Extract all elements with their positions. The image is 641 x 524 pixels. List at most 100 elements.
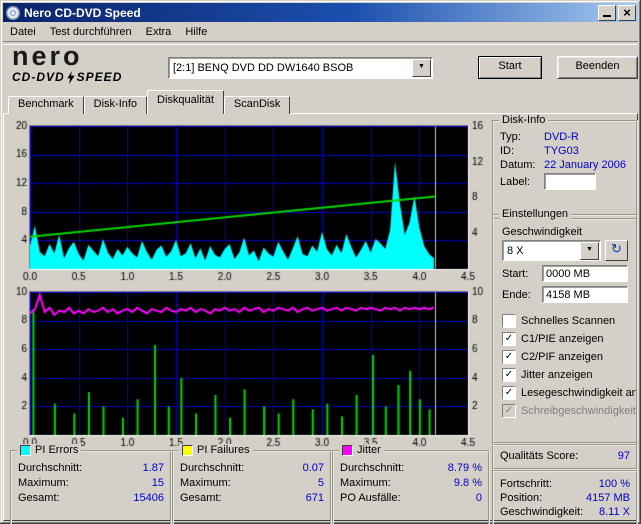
stat-row: Durchschnitt: 1.87: [12, 460, 170, 475]
pi-failures-legend: PI Failures: [179, 444, 253, 456]
disk-info-title: Disk-Info: [499, 114, 549, 126]
geschwindigkeit-value: 8.11 X: [599, 505, 630, 518]
start-field-row: Start:: [502, 265, 628, 282]
quality-score-row: Qualitäts Score: 97: [494, 444, 636, 468]
jitter-stats-group: Jitter Durchschnitt: 8.79 % Maximum: 9.8…: [332, 444, 490, 524]
speed-select[interactable]: 8 X ▼: [502, 240, 601, 261]
label-label: Label:: [500, 175, 530, 188]
typ-value: DVD-R: [544, 131, 579, 143]
disk-info-row-id: ID: TYG03: [494, 144, 636, 158]
stat-value: 671: [305, 491, 324, 504]
typ-label: Typ:: [500, 131, 521, 143]
logo-cddvd-text: CD-DVD: [12, 70, 65, 84]
jitter-swatch: [342, 444, 353, 456]
close-button[interactable]: ×: [618, 4, 636, 21]
label-input[interactable]: [544, 173, 596, 190]
stat-label: Durchschnitt:: [340, 461, 405, 474]
menu-test-durchfuehren[interactable]: Test durchführen: [43, 24, 139, 40]
title-bar: Nero CD-DVD Speed ×: [3, 3, 638, 22]
stat-value: 0.07: [302, 461, 324, 474]
start-position-input[interactable]: [542, 265, 628, 282]
stat-row: Maximum: 15: [12, 475, 170, 490]
stat-label: Maximum:: [18, 476, 69, 489]
jitter-label: Jitter anzeigen: [521, 369, 593, 381]
nero-product-text: CD-DVD SPEED: [12, 70, 164, 84]
stat-label: Maximum:: [180, 476, 231, 489]
c2-pif-checkbox[interactable]: ✓: [502, 350, 516, 364]
pi-failures-title: PI Failures: [197, 444, 250, 456]
end-field-row: Ende:: [502, 286, 628, 303]
refresh-button[interactable]: ↻: [605, 240, 628, 261]
tab-scandisk[interactable]: ScanDisk: [223, 96, 291, 114]
tab-diskqualitaet[interactable]: Diskqualität: [147, 90, 224, 114]
checkbox-row-schnelles-scannen: Schnelles Scannen: [494, 312, 636, 330]
c1-pie-checkbox[interactable]: ✓: [502, 332, 516, 346]
tab-disk-info[interactable]: Disk-Info: [83, 96, 148, 114]
nero-brand-text: nero: [12, 41, 83, 71]
schnelles-scannen-label: Schnelles Scannen: [521, 315, 616, 327]
menu-extra[interactable]: Extra: [139, 24, 179, 40]
stat-row: Durchschnitt: 0.07: [174, 460, 330, 475]
schreibgeschwindigkeit-checkbox: ✓: [502, 404, 516, 418]
pi-errors-stats-group: PI Errors Durchschnitt: 1.87 Maximum: 15…: [10, 444, 172, 524]
stat-label: Durchschnitt:: [18, 461, 83, 474]
settings-title: Einstellungen: [499, 208, 572, 220]
progress-group: Fortschritt: 100 % Position: 4157 MB Ges…: [492, 470, 638, 524]
end-field-label: Ende:: [502, 288, 531, 301]
chevron-down-icon[interactable]: ▼: [412, 59, 431, 77]
id-value: TYG03: [544, 145, 579, 157]
pi-failures-jitter-chart: [10, 286, 488, 448]
lesegeschwindigkeit-checkbox[interactable]: ✓: [502, 386, 516, 400]
disk-info-row-label: Label:: [494, 172, 636, 191]
refresh-icon: ↻: [611, 241, 622, 256]
menu-hilfe[interactable]: Hilfe: [178, 24, 214, 40]
pi-errors-legend: PI Errors: [17, 444, 82, 456]
c1-pie-label: C1/PIE anzeigen: [521, 333, 604, 345]
checkbox-row-schreibgeschwindigkeit: ✓ Schreibgeschwindigkeit anzeigen: [494, 402, 636, 420]
tab-benchmark[interactable]: Benchmark: [8, 96, 84, 114]
app-window: Nero CD-DVD Speed × Datei Test durchführ…: [0, 0, 641, 524]
fortschritt-value: 100 %: [598, 477, 630, 490]
quality-score-group: Qualitäts Score: 97: [492, 442, 638, 470]
stat-row: Durchschnitt: 8.79 %: [334, 460, 488, 475]
stat-label: Maximum:: [340, 476, 391, 489]
stat-label: Gesamt:: [18, 491, 60, 504]
drive-select[interactable]: [2:1] BENQ DVD DD DW1640 BSOB ▼: [168, 57, 433, 79]
stat-value: 9.8 %: [453, 476, 482, 489]
stat-row: Maximum: 9.8 %: [334, 475, 488, 490]
stat-row: Gesamt: 15406: [12, 490, 170, 505]
disk-info-row-typ: Typ: DVD-R: [494, 130, 636, 144]
window-title: Nero CD-DVD Speed: [24, 5, 141, 20]
stat-row: PO Ausfälle: 0: [334, 490, 488, 505]
start-button[interactable]: Start: [478, 56, 542, 79]
pi-errors-chart: [10, 120, 488, 282]
stat-value: 1.87: [142, 461, 164, 474]
progress-row-fortschritt: Fortschritt: 100 %: [494, 477, 636, 490]
settings-group: Einstellungen Geschwindigkeit 8 X ▼ ↻ St…: [492, 208, 638, 446]
stat-label: PO Ausfälle:: [340, 491, 401, 504]
minimize-button[interactable]: [598, 4, 616, 21]
stat-value: 15406: [133, 491, 164, 504]
jitter-checkbox[interactable]: ✓: [502, 368, 516, 382]
stat-value: 8.79 %: [447, 461, 482, 474]
geschwindigkeit-label: Geschwindigkeit:: [500, 505, 584, 518]
stat-label: Gesamt:: [180, 491, 222, 504]
quality-score-value: 97: [617, 450, 630, 462]
pi-errors-title: PI Errors: [35, 444, 79, 456]
menu-datei[interactable]: Datei: [3, 24, 43, 40]
schnelles-scannen-checkbox[interactable]: [502, 314, 516, 328]
stat-row: Gesamt: 671: [174, 490, 330, 505]
position-value: 4157 MB: [585, 491, 630, 504]
tab-strip: Benchmark Disk-Info Diskqualität ScanDis…: [8, 90, 291, 114]
menu-bar: Datei Test durchführen Extra Hilfe: [3, 23, 638, 41]
end-position-input[interactable]: [542, 286, 628, 303]
schreibgeschwindigkeit-label: Schreibgeschwindigkeit anzeigen: [521, 405, 636, 417]
disk-info-row-datum: Datum: 22 January 2006: [494, 158, 636, 172]
stat-value: 5: [317, 476, 324, 489]
chevron-down-icon[interactable]: ▼: [580, 241, 599, 260]
beenden-button[interactable]: Beenden: [557, 56, 638, 79]
stat-row: Maximum: 5: [174, 475, 330, 490]
datum-value: 22 January 2006: [544, 159, 626, 171]
lesegeschwindigkeit-label: Lesegeschwindigkeit anzeigen: [521, 387, 636, 399]
jitter-legend: Jitter: [339, 444, 384, 456]
